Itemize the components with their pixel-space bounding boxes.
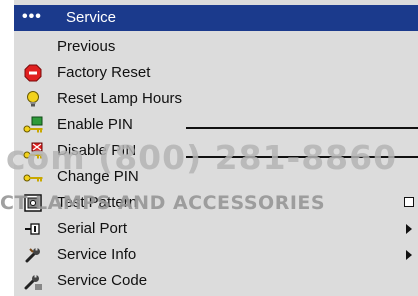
service-code-icon [24, 274, 42, 290]
menu-item-label: Test Pattern [57, 194, 138, 211]
menu-dots-icon: ••• [22, 8, 42, 25]
menu-item-label: Serial Port [57, 220, 128, 237]
menu-item-factory-reset[interactable]: Factory Reset [14, 60, 418, 86]
service-menu: ••• Service Previous Factory Reset Reset… [14, 0, 418, 296]
menu-item-change-pin[interactable]: Change PIN [14, 164, 418, 190]
menu-item-test-pattern[interactable]: Test Pattern [14, 190, 418, 216]
wrench-icon [25, 247, 40, 263]
menu-item-label: Reset Lamp Hours [57, 90, 183, 107]
menu-item-enable-pin[interactable]: Enable PIN [14, 112, 418, 138]
key-disable-icon [23, 142, 43, 159]
menu-item-disable-pin[interactable]: Disable PIN [14, 138, 418, 164]
test-pattern-icon [24, 194, 42, 212]
test-pattern-checkbox[interactable] [404, 197, 414, 207]
menu-item-label: Enable PIN [57, 116, 133, 133]
menu-item-previous[interactable]: Previous [14, 34, 418, 60]
submenu-arrow-icon [406, 224, 412, 234]
menu-item-label: Change PIN [57, 168, 139, 185]
submenu-arrow-icon [406, 250, 412, 260]
menu-header: ••• Service [14, 5, 418, 31]
menu-title: Service [66, 9, 117, 26]
callout-line [186, 127, 418, 129]
key-enable-icon [23, 116, 43, 133]
menu-item-label: Service Info [57, 246, 137, 263]
serial-port-icon [25, 223, 40, 235]
menu-item-service-info[interactable]: Service Info [14, 242, 418, 268]
key-change-icon [23, 174, 43, 182]
menu-item-serial-port[interactable]: Serial Port [14, 216, 418, 242]
menu-item-reset-lamp-hours[interactable]: Reset Lamp Hours [14, 86, 418, 112]
menu-item-service-code[interactable]: Service Code [14, 268, 418, 294]
menu-item-label: Service Code [57, 272, 148, 289]
callout-line [186, 156, 418, 158]
menu-item-label: Factory Reset [57, 64, 151, 81]
stop-icon [24, 64, 42, 82]
menu-item-label: Disable PIN [57, 142, 137, 159]
menu-item-label: Previous [57, 38, 116, 55]
lightbulb-icon [27, 91, 39, 107]
